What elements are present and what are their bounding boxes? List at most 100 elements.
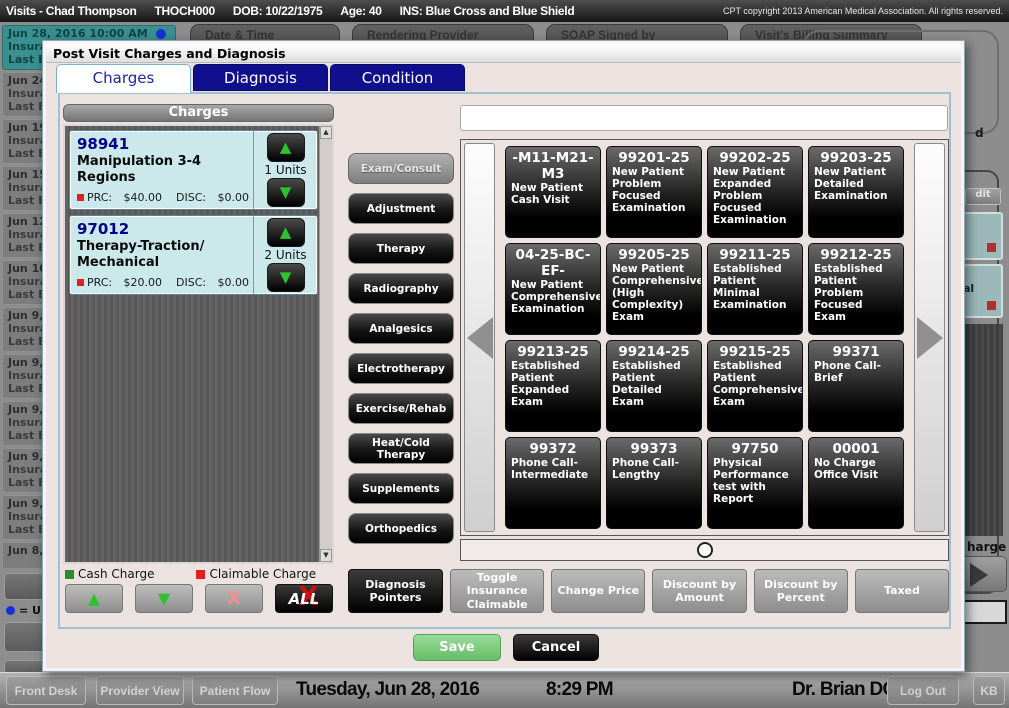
units-increase-button[interactable]: ▲ xyxy=(267,133,305,162)
cpt-cell[interactable]: 99214-25Established Patient Detailed Exa… xyxy=(606,340,702,432)
cpt-grid-region: -M11-M21-M3New Patient Cash Visit 99201-… xyxy=(460,139,949,536)
category-analgesics[interactable]: Analgesics xyxy=(348,313,454,344)
claimable-square-icon xyxy=(987,243,996,252)
scroll-up-icon[interactable]: ▲ xyxy=(320,126,332,139)
page-indicator-dot[interactable] xyxy=(697,542,713,558)
category-supplements[interactable]: Supplements xyxy=(348,473,454,504)
charge-item-97012[interactable]: 97012 Therapy-Traction/ Mechanical PRC: … xyxy=(69,215,318,295)
category-orthopedics[interactable]: Orthopedics xyxy=(348,513,454,544)
background-right-panel: d dit al harge xyxy=(963,22,1009,672)
cpt-cell[interactable]: 99215-25Established Patient Comprehensiv… xyxy=(707,340,803,432)
units-value: 1 Units xyxy=(264,163,306,177)
cpt-cell[interactable]: 99371Phone Call-Brief xyxy=(808,340,904,432)
category-heat-cold-therapy[interactable]: Heat/Cold Therapy xyxy=(348,433,454,464)
units-decrease-button[interactable]: ▼ xyxy=(267,178,305,207)
charge-label-fragment: harge xyxy=(967,540,1006,554)
claimable-square-icon xyxy=(77,194,84,201)
move-up-button[interactable]: ▲ xyxy=(65,584,123,613)
cpt-cell[interactable]: 99211-25Established Patient Minimal Exam… xyxy=(707,243,803,335)
cpt-copyright: CPT copyright 2013 American Medical Asso… xyxy=(723,6,1003,16)
category-electrotherapy[interactable]: Electrotherapy xyxy=(348,353,454,384)
charge-item-98941[interactable]: 98941 Manipulation 3-4 Regions PRC: $40.… xyxy=(69,130,318,210)
cpt-cell[interactable]: 99213-25Established Patient Expanded Exa… xyxy=(505,340,601,432)
units-value: 2 Units xyxy=(264,248,306,262)
claimable-square-icon xyxy=(987,301,996,310)
charges-list-header: Charges xyxy=(63,104,334,122)
units-decrease-button[interactable]: ▼ xyxy=(267,263,305,292)
cash-square-icon xyxy=(65,570,74,579)
edit-button[interactable]: dit xyxy=(965,188,1001,205)
patient-flow-button[interactable]: Patient Flow xyxy=(192,676,278,705)
cpt-cell[interactable]: 99212-25Established Patient Problem Focu… xyxy=(808,243,904,335)
grid-page-left-button[interactable] xyxy=(464,143,495,532)
units-control: ▲ 1 Units ▼ xyxy=(253,131,317,209)
toggle-insurance-claimable-button[interactable]: Toggle Insurance Claimable xyxy=(450,569,544,613)
charge-price-row: PRC: $20.00 DISC: $0.00 xyxy=(77,276,249,289)
dialog-tabs: Charges Diagnosis Condition xyxy=(56,64,465,93)
claimable-square-icon xyxy=(77,279,84,286)
claimable-square-icon xyxy=(196,570,205,579)
category-radiography[interactable]: Radiography xyxy=(348,273,454,304)
move-down-button[interactable]: ▼ xyxy=(135,584,193,613)
dialog-title: Post Visit Charges and Diagnosis xyxy=(46,44,961,63)
discount-by-percent-button[interactable]: Discount by Percent xyxy=(754,569,848,613)
charge-price-row: PRC: $40.00 DISC: $0.00 xyxy=(77,191,249,204)
log-out-button[interactable]: Log Out xyxy=(887,676,959,705)
patient-header-bar: Visits - Chad Thompson THOCH000 DOB: 10/… xyxy=(0,0,1009,22)
units-increase-button[interactable]: ▲ xyxy=(267,218,305,247)
tab-charges[interactable]: Charges xyxy=(56,64,191,93)
cpt-cell[interactable]: 99202-25New Patient Expanded Problem Foc… xyxy=(707,146,803,238)
grid-pager xyxy=(460,539,949,561)
taxed-button[interactable]: Taxed xyxy=(855,569,949,613)
label-fragment: d xyxy=(975,126,984,140)
cpt-cell[interactable]: 04-25-BC-EF-New Patient Comprehensive Ex… xyxy=(505,243,601,335)
provider-view-button[interactable]: Provider View xyxy=(96,676,184,705)
charge-list-controls: ▲ ▼ X X ALL xyxy=(65,584,336,613)
right-arrow-icon xyxy=(970,563,988,587)
charge-action-buttons: Diagnosis Pointers Toggle Insurance Clai… xyxy=(348,569,949,613)
patient-dob: DOB: 10/22/1975 xyxy=(233,4,323,18)
screen: Visits - Chad Thompson THOCH000 DOB: 10/… xyxy=(0,0,1009,708)
cpt-cell[interactable]: 99201-25New Patient Problem Focused Exam… xyxy=(606,146,702,238)
patient-age: Age: 40 xyxy=(340,4,381,18)
discount-by-amount-button[interactable]: Discount by Amount xyxy=(652,569,746,613)
grid-page-right-button[interactable] xyxy=(914,143,945,532)
cpt-search-input[interactable] xyxy=(460,105,948,131)
scroll-down-icon[interactable]: ▼ xyxy=(320,549,332,562)
footer-time: 8:29 PM xyxy=(546,679,613,701)
diagnosis-pointers-button[interactable]: Diagnosis Pointers xyxy=(348,569,443,613)
cpt-cell[interactable]: 99203-25New Patient Detailed Examination xyxy=(808,146,904,238)
cpt-cell[interactable]: 99205-25New Patient Comprehensive (High … xyxy=(606,243,702,335)
unsigned-legend: = U xyxy=(6,604,41,617)
category-therapy[interactable]: Therapy xyxy=(348,233,454,264)
post-visit-charges-dialog: Post Visit Charges and Diagnosis Charges… xyxy=(42,40,965,672)
tab-diagnosis[interactable]: Diagnosis xyxy=(193,64,328,91)
visit-date: Jun 28, 2016 10:00 AM xyxy=(8,27,170,40)
category-exam-consult[interactable]: Exam/Consult xyxy=(348,153,454,184)
save-button[interactable]: Save xyxy=(413,634,501,661)
footer-date: Tuesday, Jun 28, 2016 xyxy=(296,679,479,701)
cancel-button[interactable]: Cancel xyxy=(513,634,599,661)
selected-charges-list: 98941 Manipulation 3-4 Regions PRC: $40.… xyxy=(63,124,334,564)
tab-condition[interactable]: Condition xyxy=(330,64,465,91)
category-adjustment[interactable]: Adjustment xyxy=(348,193,454,224)
patient-insurance: INS: Blue Cross and Blue Shield xyxy=(400,4,575,18)
change-price-button[interactable]: Change Price xyxy=(551,569,645,613)
unsigned-dot-icon xyxy=(156,29,166,39)
cpt-cell[interactable]: -M11-M21-M3New Patient Cash Visit xyxy=(505,146,601,238)
remove-all-button[interactable]: X ALL xyxy=(275,584,333,613)
footer-bar: Front Desk Provider View Patient Flow Tu… xyxy=(0,672,1009,708)
chart-id: THOCH000 xyxy=(155,4,215,18)
right-arrow-icon xyxy=(917,317,943,359)
cpt-cell[interactable]: 99373Phone Call-Lengthy xyxy=(606,437,702,529)
cpt-cell[interactable]: 99372Phone Call-Intermediate xyxy=(505,437,601,529)
units-control: ▲ 2 Units ▼ xyxy=(253,216,317,294)
cpt-cell[interactable]: 97750Physical Performance test with Repo… xyxy=(707,437,803,529)
cpt-cell[interactable]: 00001No Charge Office Visit xyxy=(808,437,904,529)
patient-name: Visits - Chad Thompson xyxy=(6,4,137,18)
remove-charge-button[interactable]: X xyxy=(205,584,263,613)
charges-scrollbar[interactable]: ▲ ▼ xyxy=(319,126,332,562)
category-exercise-rehab[interactable]: Exercise/Rehab xyxy=(348,393,454,424)
front-desk-button[interactable]: Front Desk xyxy=(6,676,86,705)
keyboard-button[interactable]: KB xyxy=(973,676,1005,705)
